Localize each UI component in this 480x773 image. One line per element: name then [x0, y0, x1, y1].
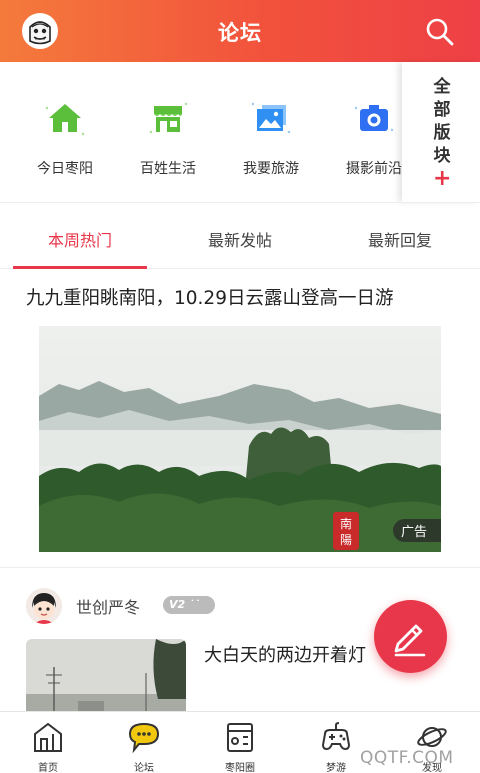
nav-label: 论坛 — [134, 763, 154, 773]
all-sections-label: 全部版块 — [433, 77, 451, 166]
divider — [0, 567, 480, 568]
mountain-landscape-image: 南 陽 — [39, 326, 441, 552]
category-label: 今日枣阳 — [37, 161, 93, 177]
category-label: 百姓生活 — [140, 161, 196, 177]
nav-zaoyang-circle[interactable]: 枣阳圈 — [192, 720, 288, 773]
nav-label: 首页 — [38, 763, 58, 773]
page-title: 论坛 — [218, 21, 262, 45]
svg-text:陽: 陽 — [340, 533, 352, 547]
level-badge: V2 ˙˙ — [163, 596, 215, 614]
post-thumbnail[interactable] — [26, 639, 186, 719]
category-today-zaoyang[interactable]: 今日枣阳 — [15, 98, 115, 178]
chat-bubble-icon — [128, 722, 160, 754]
ad-badge: 广告 — [392, 519, 441, 542]
home-icon — [45, 104, 85, 136]
nav-forum[interactable]: 论坛 — [96, 720, 192, 773]
nav-home[interactable]: 首页 — [0, 720, 96, 773]
tab-weekly-hot[interactable]: 本周热门 — [0, 227, 160, 251]
shop-icon — [149, 102, 188, 134]
user-name[interactable]: 世创严冬 — [76, 594, 140, 618]
app-header: 论坛 — [0, 0, 480, 62]
home-outline-icon — [34, 722, 62, 752]
category-label: 我要旅游 — [243, 161, 299, 177]
tab-latest-replies[interactable]: 最新回复 — [320, 227, 480, 251]
photo-icon — [251, 102, 291, 134]
search-button[interactable] — [424, 16, 456, 48]
pencil-icon — [394, 624, 426, 657]
camera-icon — [354, 105, 394, 132]
cartoon-girl-icon — [26, 588, 62, 624]
plus-icon: + — [433, 166, 452, 191]
search-icon — [426, 18, 454, 46]
active-tab-indicator — [13, 266, 147, 269]
featured-post-image[interactable]: 南 陽 广告 — [39, 326, 441, 552]
street-thumbnail-image — [26, 639, 186, 719]
level-text: V2 — [169, 598, 186, 611]
tab-latest-posts[interactable]: 最新发帖 — [160, 227, 320, 251]
all-sections-button[interactable]: 全部版块 + — [402, 62, 480, 202]
watermark: QQTF.COM — [360, 748, 454, 768]
compose-button[interactable] — [374, 600, 447, 673]
user-avatar[interactable] — [26, 588, 62, 624]
grid-box-icon — [227, 723, 253, 752]
tab-bar: 本周热门 最新发帖 最新回复 — [0, 203, 480, 269]
category-travel[interactable]: 我要旅游 — [221, 98, 321, 178]
gamepad-icon — [321, 722, 351, 751]
seal-text: 南 — [340, 516, 352, 531]
category-daily-life[interactable]: 百姓生活 — [118, 98, 218, 178]
featured-post-title[interactable]: 九九重阳眺南阳，10.29日云露山登高一日游 — [26, 284, 393, 310]
nav-label: 枣阳圈 — [225, 763, 255, 773]
post-title[interactable]: 大白天的两边开着灯 — [204, 641, 384, 667]
